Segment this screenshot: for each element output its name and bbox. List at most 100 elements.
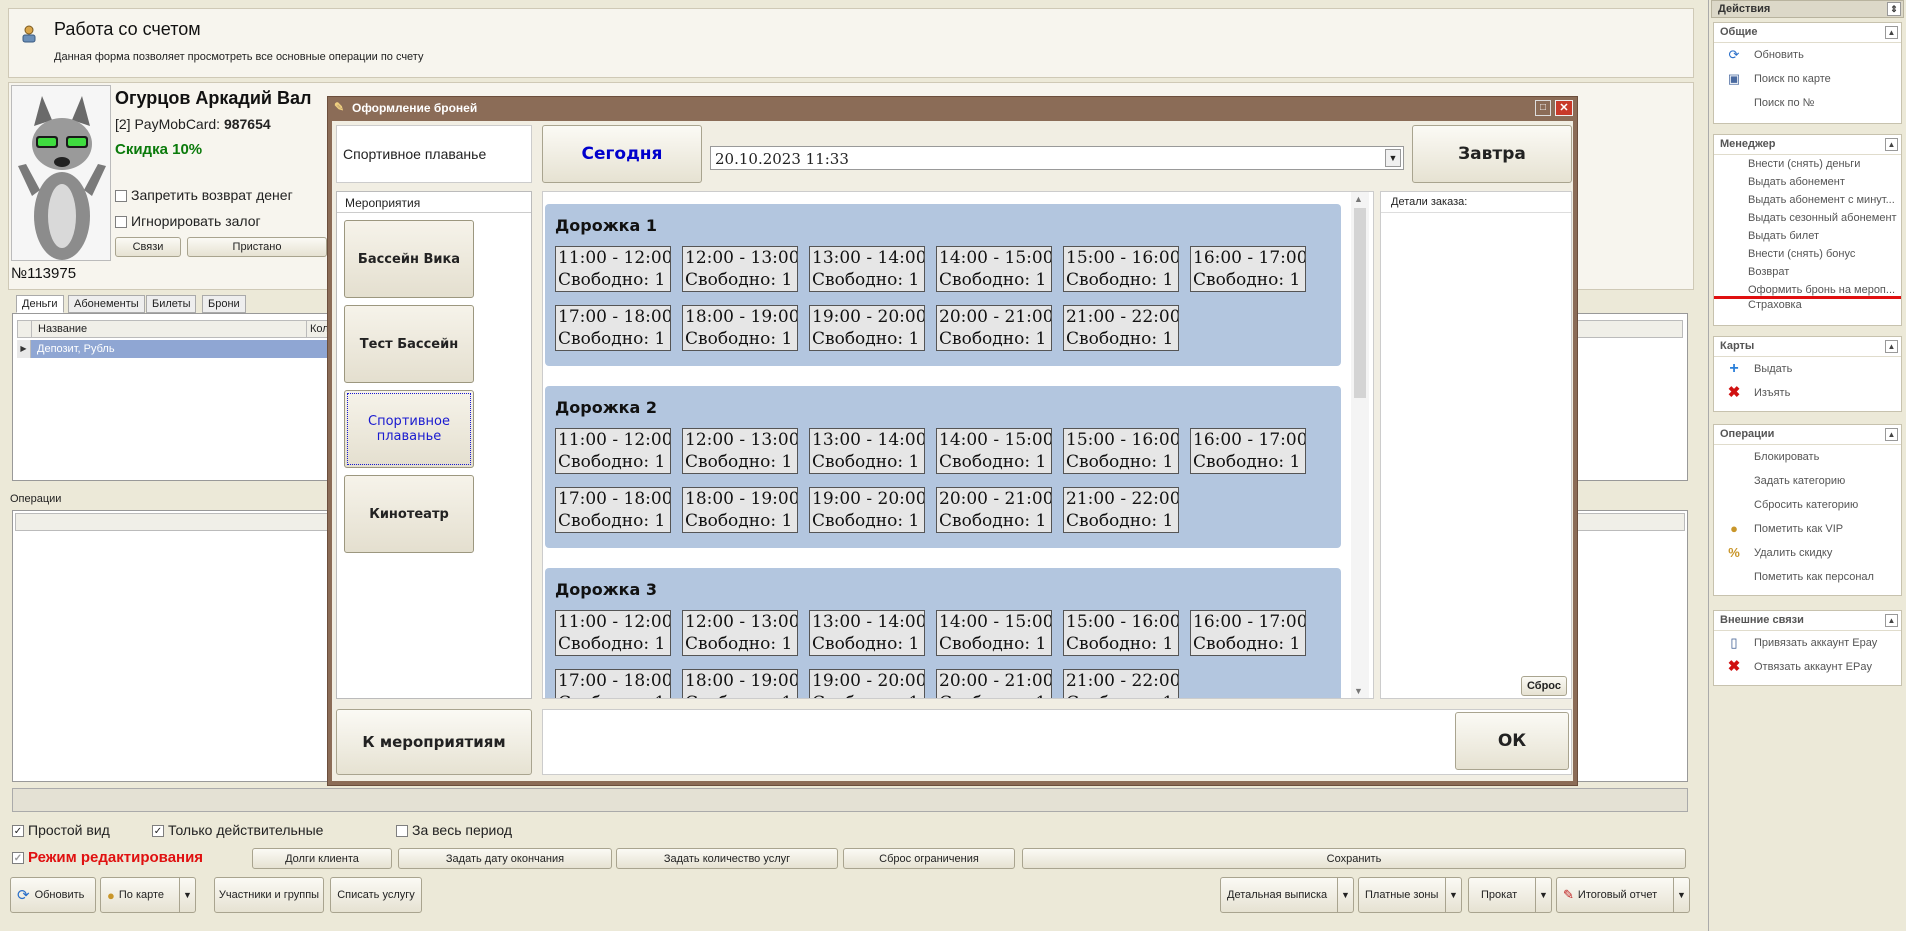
chevron-down-icon[interactable]: ▼ xyxy=(1385,149,1401,167)
sidebar-item-mark-vip[interactable]: ● Пометить как VIP xyxy=(1714,517,1901,541)
sidebar-item-bonus[interactable]: Внести (снять) бонус xyxy=(1714,245,1901,263)
time-slot-button[interactable]: 14:00 - 15:00 Свободно: 1 xyxy=(936,610,1052,656)
no-refund-checkbox[interactable]: Запретить возврат денег xyxy=(115,187,293,203)
set-service-qty-button[interactable]: Задать количество услуг xyxy=(616,848,838,869)
sidebar-item-set-category[interactable]: Задать категорию xyxy=(1714,469,1901,493)
event-button-pool-vika[interactable]: Бассейн Вика xyxy=(344,220,474,298)
chevron-down-icon[interactable]: ▼ xyxy=(1535,878,1551,912)
time-slot-button[interactable]: 16:00 - 17:00 Свободно: 1 xyxy=(1190,428,1306,474)
time-slot-button[interactable]: 14:00 - 15:00 Свободно: 1 xyxy=(936,428,1052,474)
datetime-picker[interactable]: 20.10.2023 11:33 ▼ xyxy=(710,146,1404,170)
group-operations-header[interactable]: Операции ▲ xyxy=(1714,425,1901,445)
close-icon[interactable]: ✕ xyxy=(1555,100,1573,116)
sidebar-item-issue-card[interactable]: + Выдать xyxy=(1714,357,1901,381)
chevron-down-icon[interactable]: ▼ xyxy=(1673,878,1689,912)
time-slot-button[interactable]: 21:00 - 22:00Свободно: 1 xyxy=(1063,669,1179,698)
refresh-button[interactable]: ⟳ Обновить xyxy=(10,877,96,913)
sidebar-item-insurance[interactable]: Страховка xyxy=(1714,296,1901,314)
reset-limit-button[interactable]: Сброс ограничения xyxy=(843,848,1015,869)
event-button-test-pool[interactable]: Тест Бассейн xyxy=(344,305,474,383)
time-slot-button[interactable]: 11:00 - 12:00 Свободно: 1 xyxy=(555,428,671,474)
sidebar-item-bind-epay[interactable]: ▯ Привязать аккаунт Epay xyxy=(1714,631,1901,655)
collapse-icon[interactable]: ▲ xyxy=(1885,428,1898,441)
time-slot-button[interactable]: 20:00 - 21:00Свободно: 1 xyxy=(936,305,1052,351)
links-button[interactable]: Связи xyxy=(115,237,181,257)
detail-statement-button[interactable]: Детальная выписка ▼ xyxy=(1220,877,1354,913)
time-slot-button[interactable]: 21:00 - 22:00Свободно: 1 xyxy=(1063,487,1179,533)
rental-button[interactable]: Прокат ▼ xyxy=(1468,877,1552,913)
time-slot-button[interactable]: 17:00 - 18:00Свободно: 1 xyxy=(555,669,671,698)
time-slot-button[interactable]: 15:00 - 16:00 Свободно: 1 xyxy=(1063,428,1179,474)
time-slot-button[interactable]: 20:00 - 21:00Свободно: 1 xyxy=(936,487,1052,533)
time-slot-button[interactable]: 19:00 - 20:00Свободно: 1 xyxy=(809,669,925,698)
time-slot-button[interactable]: 12:00 - 13:00 Свободно: 1 xyxy=(682,610,798,656)
time-slot-button[interactable]: 18:00 - 19:00Свободно: 1 xyxy=(682,669,798,698)
collapse-icon[interactable]: ▲ xyxy=(1885,26,1898,39)
vertical-scrollbar[interactable]: ▲ ▼ xyxy=(1351,192,1369,698)
tab-money[interactable]: Деньги xyxy=(16,295,64,313)
reset-button[interactable]: Сброс xyxy=(1521,676,1567,696)
scroll-up-icon[interactable]: ▲ xyxy=(1354,194,1363,204)
time-slot-button[interactable]: 17:00 - 18:00Свободно: 1 xyxy=(555,487,671,533)
sidebar-item-issue-ticket[interactable]: Выдать билет xyxy=(1714,227,1901,245)
sidebar-item-refresh[interactable]: ⟳ Обновить xyxy=(1714,43,1901,67)
attach-button[interactable]: Пристано xyxy=(187,237,327,257)
tab-bookings[interactable]: Брони xyxy=(202,295,246,313)
time-slot-button[interactable]: 18:00 - 19:00Свободно: 1 xyxy=(682,305,798,351)
pin-icon[interactable]: ⇕ xyxy=(1887,2,1901,16)
sidebar-item-search-card[interactable]: ▣ Поиск по карте xyxy=(1714,67,1901,91)
paid-zones-button[interactable]: Платные зоны ▼ xyxy=(1358,877,1462,913)
save-button[interactable]: Сохранить xyxy=(1022,848,1686,869)
client-debts-button[interactable]: Долги клиента xyxy=(252,848,392,869)
sidebar-item-reset-category[interactable]: Сбросить категорию xyxy=(1714,493,1901,517)
edit-mode-checkbox[interactable]: ✓ Режим редактирования xyxy=(12,849,203,866)
tab-tickets[interactable]: Билеты xyxy=(146,295,197,313)
group-external-header[interactable]: Внешние связи ▲ xyxy=(1714,611,1901,631)
time-slot-button[interactable]: 15:00 - 16:00 Свободно: 1 xyxy=(1063,246,1179,292)
by-card-button[interactable]: ● По карте ▼ xyxy=(100,877,196,913)
maximize-icon[interactable]: □ xyxy=(1535,100,1551,116)
time-slot-button[interactable]: 20:00 - 21:00Свободно: 1 xyxy=(936,669,1052,698)
today-button[interactable]: Сегодня xyxy=(542,125,702,183)
sidebar-item-issue-subscription[interactable]: Выдать абонемент xyxy=(1714,173,1901,191)
write-off-button[interactable]: Списать услугу xyxy=(330,877,422,913)
whole-period-checkbox[interactable]: За весь период xyxy=(396,822,512,838)
sidebar-item-unbind-epay[interactable]: ✖ Отвязать аккаунт EPay xyxy=(1714,655,1901,679)
collapse-icon[interactable]: ▲ xyxy=(1885,340,1898,353)
sidebar-item-block[interactable]: Блокировать xyxy=(1714,445,1901,469)
time-slot-button[interactable]: 16:00 - 17:00 Свободно: 1 xyxy=(1190,610,1306,656)
sidebar-item-issue-subscription-minutes[interactable]: Выдать абонемент с минут... xyxy=(1714,191,1901,209)
only-valid-checkbox[interactable]: ✓ Только действительные xyxy=(152,822,323,838)
time-slot-button[interactable]: 11:00 - 12:00 Свободно: 1 xyxy=(555,246,671,292)
sidebar-item-mark-staff[interactable]: Пометить как персонал xyxy=(1714,565,1901,589)
time-slot-button[interactable]: 13:00 - 14:00 Свободно: 1 xyxy=(809,428,925,474)
simple-view-checkbox[interactable]: ✓ Простой вид xyxy=(12,822,110,838)
collapse-icon[interactable]: ▲ xyxy=(1885,138,1898,151)
table-row[interactable]: ▶ Депозит, Рубль xyxy=(17,340,333,358)
scroll-down-icon[interactable]: ▼ xyxy=(1354,686,1363,696)
sidebar-item-search-number[interactable]: Поиск по № xyxy=(1714,91,1901,115)
participants-button[interactable]: Участники и группы xyxy=(214,877,324,913)
group-manager-header[interactable]: Менеджер ▲ xyxy=(1714,135,1901,155)
chevron-down-icon[interactable]: ▼ xyxy=(1445,878,1461,912)
dialog-titlebar[interactable]: ✎ Оформление броней □ ✕ xyxy=(328,97,1577,119)
time-slot-button[interactable]: 12:00 - 13:00 Свободно: 1 xyxy=(682,428,798,474)
time-slot-button[interactable]: 19:00 - 20:00Свободно: 1 xyxy=(809,305,925,351)
time-slot-button[interactable]: 13:00 - 14:00 Свободно: 1 xyxy=(809,246,925,292)
col-name-header[interactable]: Название xyxy=(38,323,87,335)
time-slot-button[interactable]: 16:00 - 17:00 Свободно: 1 xyxy=(1190,246,1306,292)
scroll-thumb[interactable] xyxy=(1354,208,1366,398)
set-end-date-button[interactable]: Задать дату окончания xyxy=(398,848,612,869)
time-slot-button[interactable]: 14:00 - 15:00 Свободно: 1 xyxy=(936,246,1052,292)
time-slot-button[interactable]: 11:00 - 12:00 Свободно: 1 xyxy=(555,610,671,656)
collapse-icon[interactable]: ▲ xyxy=(1885,614,1898,627)
col-qty-header[interactable]: Кол xyxy=(310,323,329,335)
sidebar-item-refund[interactable]: Возврат xyxy=(1714,263,1901,281)
time-slot-button[interactable]: 17:00 - 18:00Свободно: 1 xyxy=(555,305,671,351)
group-cards-header[interactable]: Карты ▲ xyxy=(1714,337,1901,357)
ok-button[interactable]: ОК xyxy=(1455,712,1569,770)
time-slot-button[interactable]: 18:00 - 19:00Свободно: 1 xyxy=(682,487,798,533)
event-button-cinema[interactable]: Кинотеатр xyxy=(344,475,474,553)
group-common-header[interactable]: Общие ▲ xyxy=(1714,23,1901,43)
sidebar-item-remove-discount[interactable]: % Удалить скидку xyxy=(1714,541,1901,565)
